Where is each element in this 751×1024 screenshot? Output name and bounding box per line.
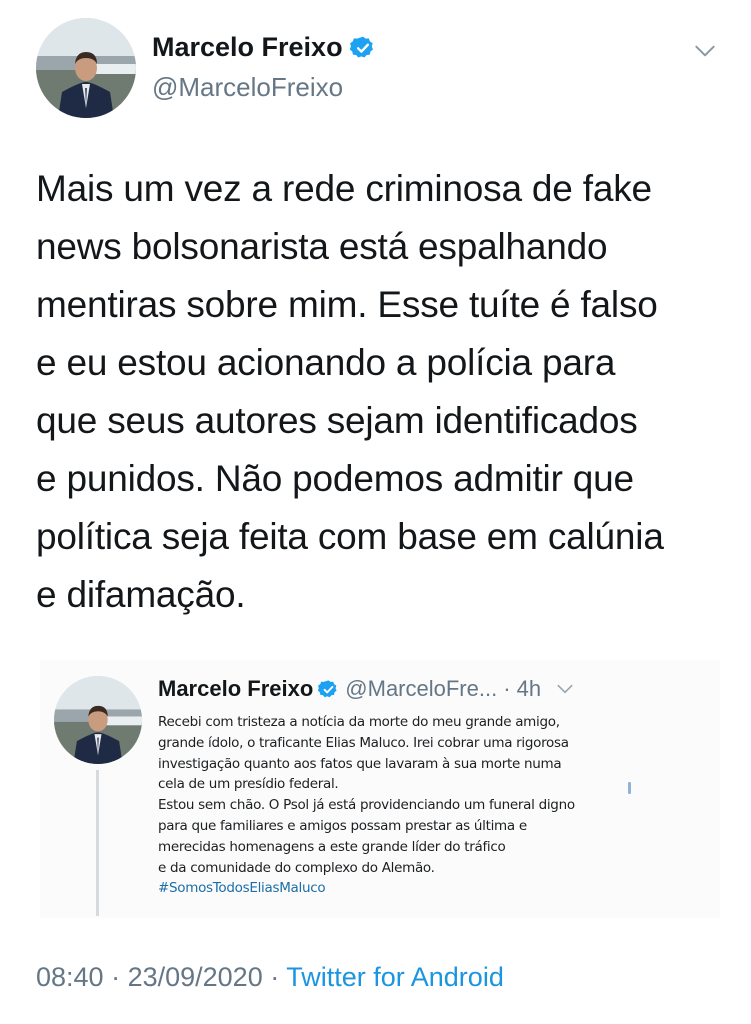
tweet-line: e difamação. — [36, 574, 246, 615]
tweet-line: mentiras sobre mim. Esse tuíte é falso — [36, 284, 658, 325]
embedded-line: investigação quanto aos fatos que lavara… — [158, 755, 562, 772]
meta-separator: · — [262, 962, 287, 992]
tweet-time[interactable]: 08:40 — [36, 962, 104, 992]
embedded-line: Estou sem chão. O Psol já está providenc… — [158, 797, 575, 814]
embedded-timestamp: · 4h — [503, 676, 542, 701]
text-cursor-mark — [628, 782, 631, 794]
embedded-line: e da comunidade do complexo do Alemão. — [158, 859, 435, 876]
tweet-line: política seja feita com base em calúnia — [36, 516, 664, 557]
chevron-down-icon[interactable] — [692, 38, 718, 64]
embedded-hashtag: #SomosTodosEliasMaluco — [158, 880, 326, 897]
tweet-source-link[interactable]: Twitter for Android — [286, 962, 504, 992]
embedded-author-handle: @MarceloFre... — [345, 676, 498, 701]
tweet-meta: 08:40 · 23/09/2020 · Twitter for Android — [36, 962, 504, 993]
embedded-author-avatar — [54, 676, 142, 764]
verified-badge-icon — [349, 35, 376, 61]
embedded-author-name: Marcelo Freixo — [158, 676, 314, 701]
embedded-line: Recebi com tristeza a notícia da morte d… — [158, 714, 560, 730]
tweet-line: news bolsonarista está espalhando — [36, 226, 608, 267]
embedded-line: grande ídolo, o traficante Elias Maluco.… — [158, 734, 569, 751]
author-avatar[interactable] — [36, 18, 136, 118]
embedded-line: para que familiares e amigos possam pres… — [158, 817, 527, 834]
embedded-tweet-text: Recebi com tristeza a notícia da morte d… — [158, 712, 628, 899]
avatar-photo — [54, 676, 142, 764]
thread-line — [96, 770, 99, 916]
verified-badge-icon — [318, 679, 339, 700]
tweet-line: e punidos. Não podemos admitir que — [36, 458, 634, 499]
tweet-date[interactable]: 23/09/2020 — [128, 962, 263, 992]
embedded-tweet-screenshot[interactable]: Marcelo Freixo @MarceloFre... · 4h Receb… — [40, 660, 720, 918]
embedded-header: Marcelo Freixo @MarceloFre... · 4h — [158, 676, 575, 702]
meta-separator: · — [103, 962, 128, 992]
author-name[interactable]: Marcelo Freixo — [152, 32, 343, 63]
embedded-line: cela de um presídio federal. — [158, 776, 339, 793]
embedded-line: merecidas homenagens a este grande líder… — [158, 838, 506, 855]
tweet-text: Mais um vez a rede criminosa de fake new… — [36, 160, 726, 624]
tweet-card: Marcelo Freixo @MarceloFreixo Mais um ve… — [0, 0, 751, 1024]
tweet-line: e eu estou acionando a polícia para — [36, 342, 616, 383]
author-handle[interactable]: @MarceloFreixo — [152, 72, 343, 103]
avatar-photo — [36, 18, 136, 118]
author-name-row: Marcelo Freixo — [152, 32, 376, 63]
chevron-down-icon — [555, 679, 575, 699]
tweet-line: que seus autores sejam identificados — [36, 400, 638, 441]
tweet-line: Mais um vez a rede criminosa de fake — [36, 168, 652, 209]
